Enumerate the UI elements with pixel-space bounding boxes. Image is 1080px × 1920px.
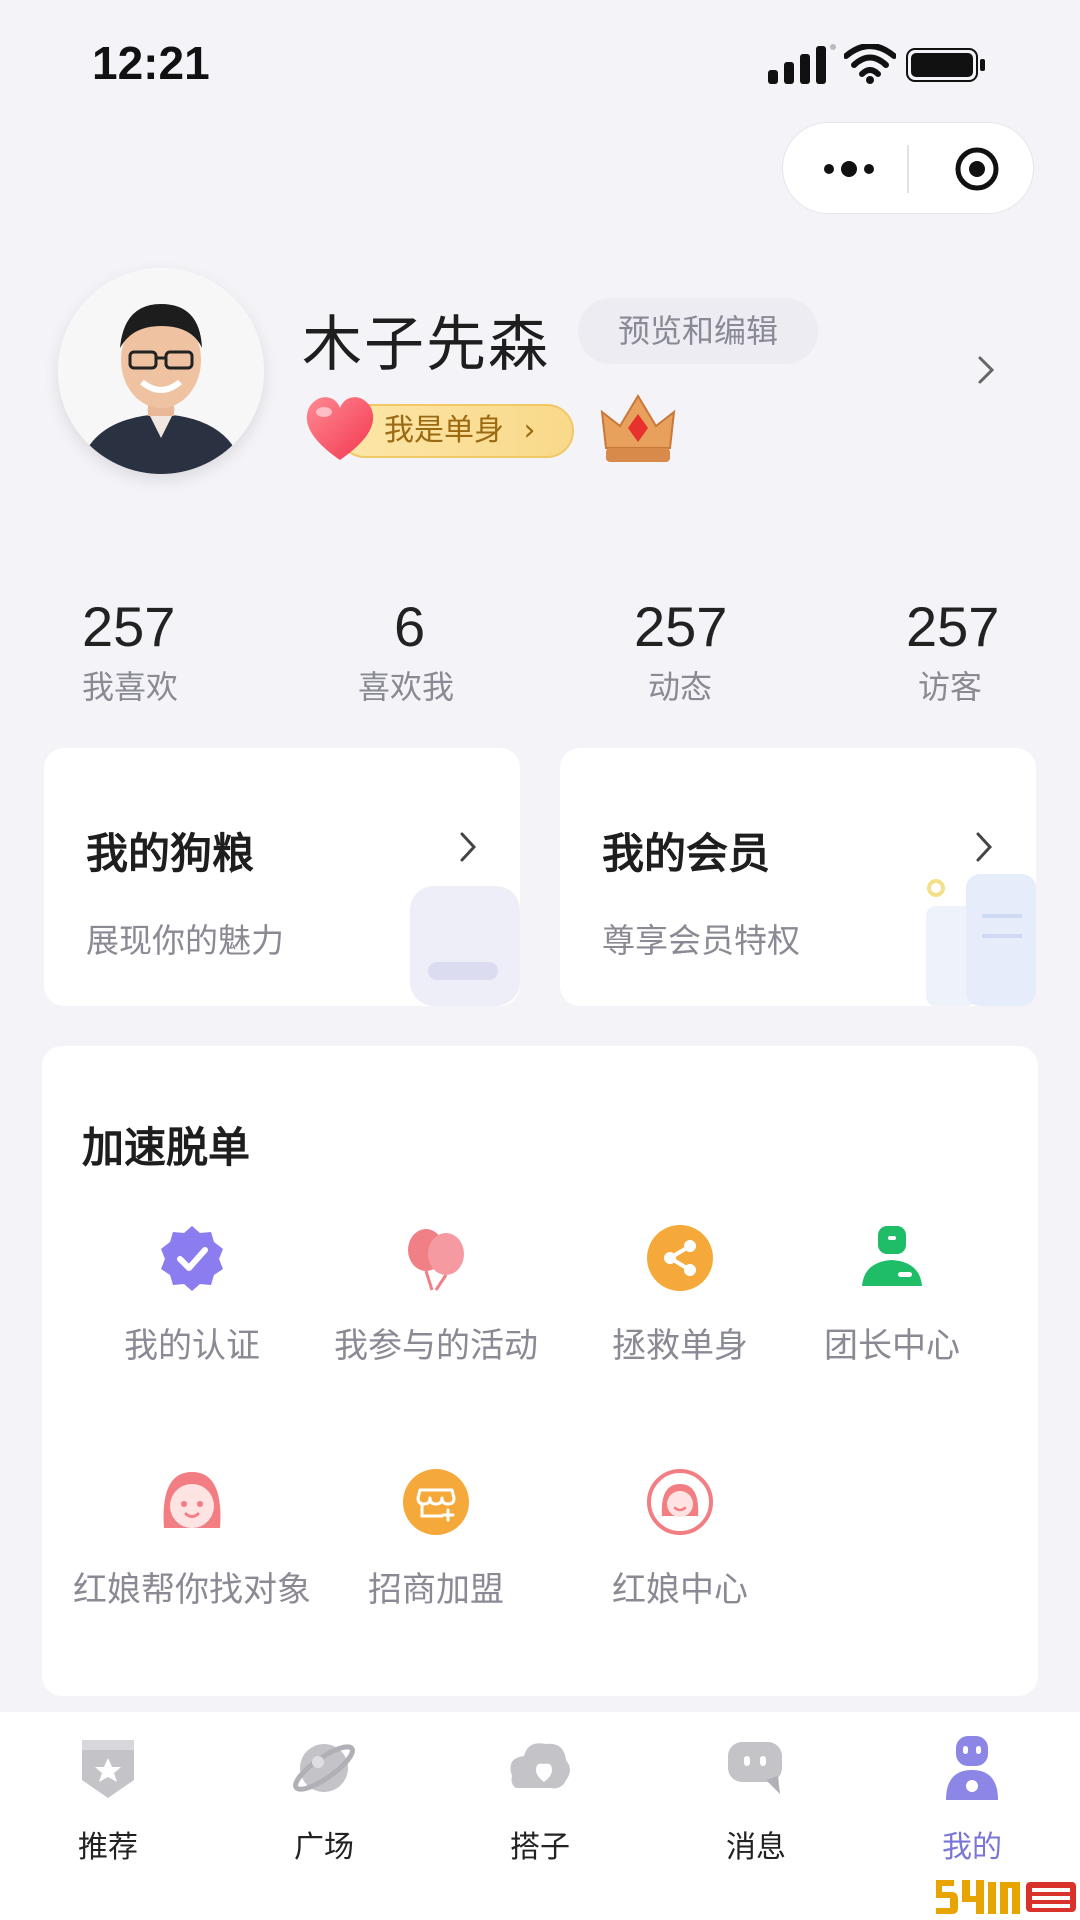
username: 木子先森 (302, 310, 550, 380)
stat-liked-by-count[interactable]: 6 (394, 594, 425, 659)
me-icon (946, 1736, 998, 1800)
watermark-logo (928, 1872, 1080, 1918)
stat-posts-label: 动态 (648, 668, 713, 706)
recommend-icon (82, 1740, 134, 1798)
chevron-right-icon: › (523, 413, 536, 448)
tab-recommend[interactable]: 推荐 (38, 1736, 178, 1866)
avatar[interactable] (58, 268, 264, 474)
girl-face-icon (163, 1472, 221, 1528)
tab-plaza[interactable]: 广场 (254, 1736, 394, 1866)
tab-me[interactable]: 我的 (902, 1736, 1042, 1866)
stat-posts-count[interactable]: 257 (634, 594, 727, 659)
chevron-right-icon[interactable] (972, 352, 1000, 388)
matchmaker-icon (647, 1469, 713, 1535)
stat-visitors-label: 访客 (918, 668, 983, 706)
battery-icon (906, 48, 985, 82)
heart-icon (306, 397, 374, 460)
feature-matchmaker-helps[interactable]: 红娘帮你找对象 (72, 1468, 312, 1610)
card-title: 我的会员 (602, 829, 771, 878)
vip-crown-icon[interactable] (598, 390, 678, 468)
feature-label: 团长中心 (824, 1326, 960, 1366)
capsule-divider (907, 145, 909, 193)
miniprogram-capsule (782, 122, 1034, 214)
verified-badge-icon (161, 1226, 223, 1291)
feature-franchise[interactable]: 招商加盟 (316, 1468, 556, 1610)
leader-icon (862, 1226, 922, 1286)
bottom-tab-bar: 推荐 广场 搭子 消息 我的 (0, 1712, 1080, 1920)
planet-icon (293, 1744, 355, 1792)
section-title: 加速脱单 (82, 1123, 251, 1172)
close-miniprogram-icon[interactable] (953, 145, 1001, 193)
wifi-icon (844, 44, 896, 84)
card-subtitle: 尊享会员特权 (602, 921, 800, 960)
tab-label: 我的 (942, 1830, 1002, 1865)
tab-label: 消息 (726, 1830, 786, 1865)
tab-label: 广场 (294, 1830, 354, 1865)
feature-label: 红娘中心 (612, 1570, 748, 1610)
single-status-label: 我是单身 (384, 413, 504, 448)
stat-likes-count[interactable]: 257 (82, 594, 175, 659)
stat-likes-label: 我喜欢 (82, 668, 179, 706)
membership-illustration (926, 874, 1036, 1006)
preview-edit-button[interactable]: 预览和编辑 (578, 298, 818, 364)
feature-leader-center[interactable]: 团长中心 (772, 1224, 1012, 1366)
share-icon (647, 1225, 713, 1291)
buddy-icon (510, 1743, 570, 1789)
card-title: 我的狗粮 (86, 829, 255, 878)
store-icon (403, 1469, 469, 1535)
tab-label: 搭子 (510, 1830, 570, 1865)
stat-visitors-count[interactable]: 257 (906, 594, 999, 659)
membership-card[interactable]: 我的会员 尊享会员特权 (560, 748, 1036, 1006)
feature-label: 我参与的活动 (334, 1326, 538, 1366)
balloons-icon (408, 1229, 464, 1291)
dog-food-card[interactable]: 我的狗粮 展现你的魅力 (44, 748, 520, 1006)
feature-label: 红娘帮你找对象 (73, 1570, 311, 1610)
feature-label: 招商加盟 (368, 1570, 504, 1610)
tab-buddy[interactable]: 搭子 (470, 1736, 610, 1866)
tab-messages[interactable]: 消息 (686, 1736, 826, 1866)
feature-label: 我的认证 (124, 1326, 260, 1366)
status-time: 12:21 (92, 37, 210, 89)
feature-my-activities[interactable]: 我参与的活动 (316, 1224, 556, 1366)
message-icon (728, 1742, 782, 1794)
stat-liked-by-label: 喜欢我 (358, 668, 455, 706)
feature-verification[interactable]: 我的认证 (72, 1224, 312, 1366)
card-subtitle: 展现你的魅力 (86, 921, 284, 960)
tab-label: 推荐 (78, 1830, 138, 1865)
feature-matchmaker-center[interactable]: 红娘中心 (560, 1468, 800, 1610)
accelerate-section: 加速脱单 我的认证 我参与的活动 拯救单身 团长中心 红娘帮你找对象 招商加盟 … (42, 1046, 1038, 1696)
more-icon[interactable] (821, 149, 877, 189)
pet-bowl-illustration (410, 886, 520, 1006)
avatar-photo (58, 268, 264, 474)
signal-icon (768, 44, 836, 84)
